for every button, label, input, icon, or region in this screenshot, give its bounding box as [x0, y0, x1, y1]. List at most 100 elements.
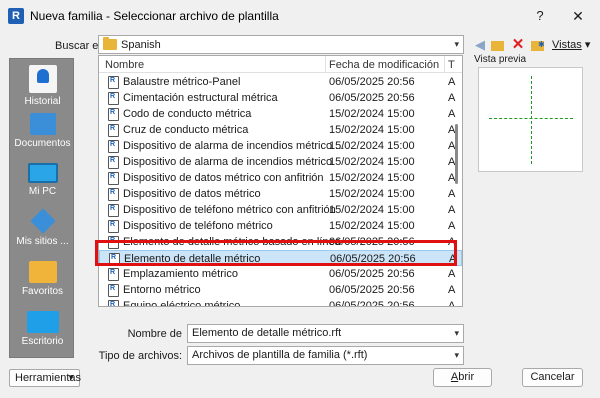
file-name: Codo de conducto métrica [123, 108, 252, 120]
filetype-select[interactable]: Archivos de plantilla de familia (*.rft)… [187, 346, 464, 365]
place-favorites[interactable]: Favoritos [10, 261, 75, 297]
chevron-down-icon: ▾ [584, 39, 591, 51]
up-folder-icon[interactable] [489, 36, 507, 54]
file-row[interactable]: Cimentación estructural métrica 06/05/202… [99, 89, 462, 106]
back-icon[interactable]: ◀ [471, 36, 489, 54]
revit-file-icon [108, 89, 119, 105]
file-row[interactable]: Dispositivo de teléfono métrico con anfi… [99, 201, 462, 218]
file-row[interactable]: Dispositivo de alarma de incendios métri… [99, 153, 462, 170]
file-row[interactable]: Dispositivo de teléfono métrico 15/02/202… [99, 217, 462, 234]
chevron-down-icon[interactable]: ▾ [454, 347, 459, 364]
file-row[interactable]: Entorno métrico06/05/2025 20:56A [99, 281, 462, 298]
file-date: 15/02/2024 15:00 [329, 188, 415, 200]
file-date: 15/02/2024 15:00 [329, 220, 415, 232]
title-bar: R Nueva familia - Seleccionar archivo de… [0, 0, 600, 32]
file-row[interactable]: Codo de conducto métrica 15/02/2024 15:00… [99, 105, 462, 122]
folder-icon [103, 37, 117, 50]
file-name: Dispositivo de teléfono métrico con anfi… [123, 204, 336, 216]
file-date: 06/05/2025 20:56 [329, 284, 415, 296]
file-row[interactable]: Elemento de detalle métrico basado en lí… [99, 233, 462, 250]
file-date: 15/02/2024 15:00 [329, 140, 415, 152]
file-date: 06/05/2025 20:56 [329, 76, 415, 88]
filename-value: Elemento de detalle métrico.rft [192, 327, 342, 339]
place-computer[interactable]: Mi PC [10, 163, 75, 197]
close-button[interactable]: ✕ [566, 6, 590, 26]
desktop-icon [26, 311, 59, 333]
file-row[interactable]: Dispositivo de datos métrico con anfitri… [99, 169, 462, 186]
file-date: 06/05/2025 20:56 [329, 92, 415, 104]
list-header: ^ Nombre Fecha de modificación T [99, 56, 462, 73]
history-icon [28, 65, 57, 93]
file-list[interactable]: ^ Nombre Fecha de modificación T Balaust… [98, 55, 463, 307]
place-desktop[interactable]: Escritorio [10, 311, 75, 347]
views-menu[interactable]: Vistas ▾ [552, 38, 590, 51]
file-row[interactable]: Equipo eléctrico métrico 06/05/2025 20:56… [99, 297, 462, 307]
column-header-type[interactable]: T [448, 59, 455, 71]
file-date: 15/02/2024 15:00 [329, 124, 415, 136]
column-header-name[interactable]: Nombre [105, 59, 144, 71]
column-divider[interactable] [325, 56, 326, 73]
revit-file-icon [108, 297, 119, 306]
preview-vertical-line [531, 76, 532, 164]
file-date: 06/05/2025 20:56 [329, 236, 415, 248]
file-name: Elemento de detalle métrico basado en lí… [123, 236, 341, 248]
window-title: Nueva familia - Seleccionar archivo de p… [30, 9, 279, 23]
place-label: Historial [24, 96, 61, 107]
revit-file-icon [108, 185, 119, 201]
delete-icon[interactable]: ✕ [509, 36, 527, 54]
chevron-down-icon[interactable]: ▾ [454, 325, 459, 342]
file-row[interactable]: Emplazamiento métrico06/05/2025 20:56A [99, 265, 462, 282]
place-history[interactable]: Historial [10, 65, 75, 107]
new-folder-icon[interactable]: ✱ [529, 36, 547, 54]
column-header-date[interactable]: Fecha de modificación [329, 59, 439, 71]
file-name: Dispositivo de alarma de incendios métri… [123, 156, 333, 168]
vertical-scrollbar[interactable] [452, 74, 462, 306]
selected-file-row[interactable]: Elemento de detalle métrico 06/05/2025 20… [99, 250, 462, 266]
caret-down-icon: ▼ [67, 373, 75, 382]
place-documents[interactable]: Documentos [10, 113, 75, 149]
open-button[interactable]: Abrir [433, 368, 492, 387]
file-date: 06/05/2025 20:56 [329, 300, 415, 307]
filename-label: Nombre de [127, 328, 182, 340]
file-row[interactable]: Cruz de conducto métrica 15/02/2024 15:00… [99, 121, 462, 138]
favorites-icon [28, 261, 57, 283]
revit-file-icon [108, 201, 119, 217]
file-row[interactable]: Dispositivo de datos métrico 15/02/2024 1… [99, 185, 462, 202]
revit-file-icon [108, 121, 119, 137]
revit-file-icon [108, 153, 119, 169]
computer-icon [27, 163, 58, 183]
place-sites[interactable]: Mis sitios ... [10, 208, 75, 247]
file-date: 15/02/2024 15:00 [329, 156, 415, 168]
file-date: 06/05/2025 20:56 [330, 253, 416, 265]
place-label: Mis sitios ... [16, 236, 69, 247]
file-row[interactable]: Balaustre métrico-Panel06/05/2025 20:56A [99, 73, 462, 90]
lookin-dropdown[interactable]: Spanish ▾ [98, 35, 464, 54]
scrollbar-thumb[interactable] [455, 124, 458, 184]
cancel-button[interactable]: Cancelar [522, 368, 583, 387]
revit-file-icon [108, 233, 119, 249]
filetype-label: Tipo de archivos: [98, 350, 182, 362]
file-name: Dispositivo de datos métrico con anfitri… [123, 172, 324, 184]
file-row[interactable]: Dispositivo de alarma de incendios métri… [99, 137, 462, 154]
column-divider[interactable] [444, 56, 445, 73]
revit-file-icon [108, 105, 119, 121]
place-label: Favoritos [21, 286, 64, 297]
file-date: 15/02/2024 15:00 [329, 172, 415, 184]
revit-file-icon [108, 281, 119, 297]
help-button[interactable]: ? [528, 6, 552, 26]
file-date: 15/02/2024 15:00 [329, 108, 415, 120]
revit-file-icon [108, 73, 119, 89]
documents-icon [29, 113, 56, 135]
tools-button[interactable]: Herramientas ▼ [9, 369, 81, 387]
file-name: Cruz de conducto métrica [123, 124, 249, 136]
file-rows: Balaustre métrico-Panel06/05/2025 20:56A… [99, 73, 462, 307]
sort-ascending-icon: ^ [212, 55, 216, 61]
views-label: Vistas [552, 39, 582, 51]
preview-pane [478, 67, 583, 172]
place-label: Documentos [14, 138, 71, 149]
revit-file-icon [108, 169, 119, 185]
filename-input[interactable]: Elemento de detalle métrico.rft ▾ [187, 324, 464, 343]
revit-file-icon [108, 217, 119, 233]
revit-app-icon: R [8, 8, 24, 24]
file-date: 15/02/2024 15:00 [329, 204, 415, 216]
